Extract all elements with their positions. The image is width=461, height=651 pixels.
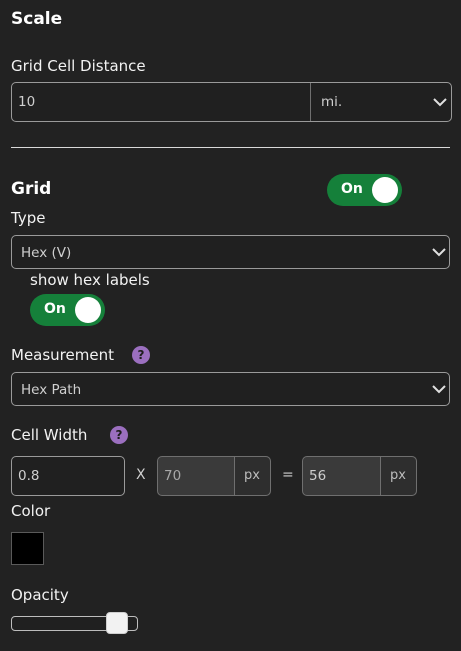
hex-labels-toggle-label: On — [44, 301, 66, 317]
times-symbol: X — [136, 467, 146, 483]
distance-unit-select[interactable]: mi. — [311, 83, 451, 121]
equals-symbol: = — [282, 467, 294, 483]
color-label: Color — [11, 502, 51, 520]
chevron-down-icon — [433, 98, 447, 107]
cell-width-label: Cell Width — [11, 426, 88, 444]
cell-width-px-input: 70 px — [157, 456, 271, 496]
unit-addon: px — [234, 457, 270, 495]
type-select[interactable]: Hex (V) — [11, 235, 450, 269]
unit-addon: px — [380, 457, 416, 495]
cell-width-multiplier-input[interactable]: 0.8 — [11, 456, 125, 496]
grid-heading: Grid — [11, 179, 52, 199]
show-hex-labels-toggle[interactable]: On — [30, 294, 105, 326]
chevron-down-icon — [432, 385, 446, 394]
show-hex-labels-label: show hex labels — [30, 271, 150, 289]
px-value: 70 — [164, 468, 182, 484]
grid-toggle-label: On — [341, 181, 363, 197]
measurement-value: Hex Path — [21, 382, 82, 398]
measurement-label: Measurement — [11, 346, 114, 364]
help-icon[interactable]: ? — [132, 346, 150, 364]
opacity-slider-thumb[interactable] — [105, 612, 128, 634]
cell-width-result-input: 56 px — [302, 456, 417, 496]
grid-toggle[interactable]: On — [327, 174, 402, 206]
color-swatch[interactable] — [11, 532, 44, 565]
toggle-knob — [372, 177, 398, 203]
measurement-select[interactable]: Hex Path — [11, 372, 450, 406]
type-label: Type — [11, 209, 46, 227]
section-divider — [11, 147, 450, 148]
grid-cell-distance-label: Grid Cell Distance — [11, 57, 146, 75]
chevron-down-icon — [432, 248, 446, 257]
px-unit: px — [244, 468, 260, 483]
multiplier-value: 0.8 — [18, 468, 40, 484]
opacity-label: Opacity — [11, 586, 69, 604]
distance-unit-value: mi. — [321, 94, 343, 110]
type-value: Hex (V) — [21, 245, 72, 261]
scale-heading: Scale — [11, 9, 63, 29]
px-unit: px — [390, 468, 406, 483]
help-icon[interactable]: ? — [110, 426, 128, 444]
distance-input[interactable]: 10 — [18, 94, 35, 110]
result-value: 56 — [309, 468, 327, 484]
toggle-knob — [75, 297, 101, 323]
grid-cell-distance-field: 10 mi. — [11, 82, 452, 122]
